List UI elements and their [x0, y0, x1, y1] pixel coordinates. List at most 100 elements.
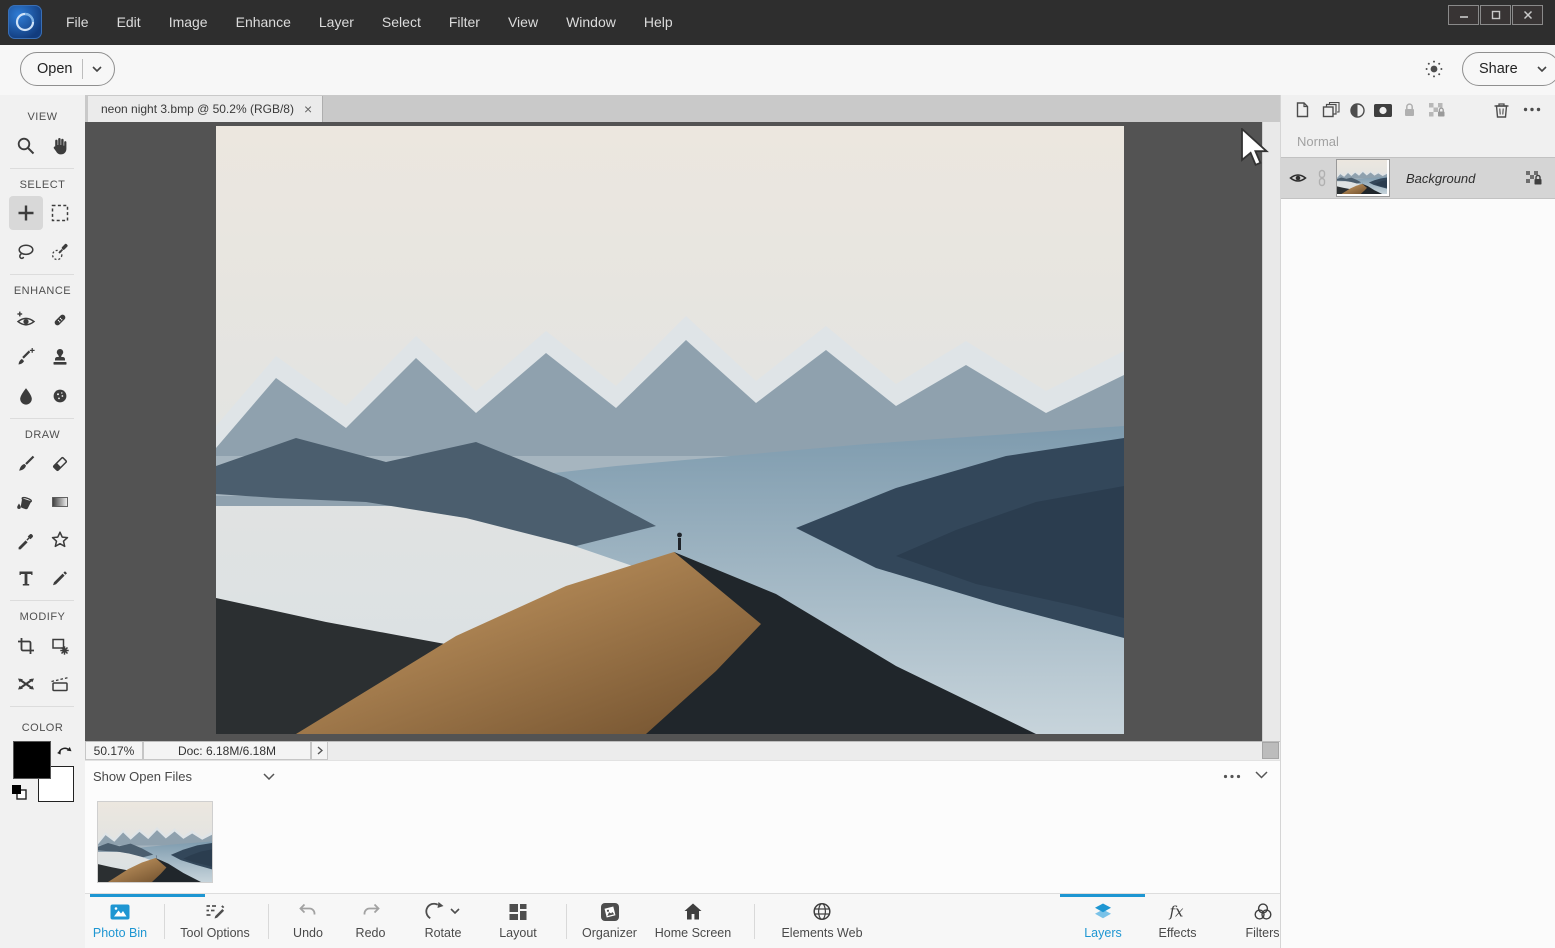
menu-layer[interactable]: Layer [305, 0, 368, 45]
red-eye-tool-button[interactable] [9, 303, 43, 337]
eraser-tool-icon [49, 453, 71, 475]
taskbar-elements-web[interactable]: Elements Web [762, 894, 882, 948]
lock-layer-icon[interactable] [1401, 101, 1418, 119]
blur-tool-icon [15, 385, 37, 407]
show-open-files-dropdown[interactable]: Show Open Files [93, 769, 192, 784]
gradient-tool-button[interactable] [43, 485, 77, 519]
hand-tool-button[interactable] [43, 129, 77, 163]
panel-more-icon[interactable] [1523, 107, 1541, 112]
app-logo-icon [8, 5, 42, 39]
redo-icon [359, 894, 383, 924]
layer-visibility-eye-icon[interactable] [1289, 171, 1307, 185]
menu-image[interactable]: Image [155, 0, 222, 45]
taskbar-organizer[interactable]: Organizer [567, 894, 652, 948]
document-tab[interactable]: neon night 3.bmp @ 50.2% (RGB/8) × [88, 96, 323, 122]
vertical-scrollbar[interactable] [1262, 122, 1280, 741]
layer-name[interactable]: Background [1406, 171, 1475, 186]
crop-tool-button[interactable] [9, 629, 43, 663]
canvas-area[interactable] [85, 122, 1262, 741]
smart-brush-tool-button[interactable] [9, 340, 43, 374]
layer-row-background[interactable]: Background [1281, 157, 1555, 199]
share-dropdown-arrow[interactable] [1528, 66, 1555, 72]
section-enhance-title: ENHANCE [0, 285, 85, 297]
menu-filter[interactable]: Filter [435, 0, 494, 45]
pencil-tool-button[interactable] [43, 561, 77, 595]
scrollbar-corner[interactable] [1262, 742, 1279, 759]
brush-tool-button[interactable] [9, 447, 43, 481]
sponge-tool-button[interactable] [43, 379, 77, 413]
ui-brightness-icon[interactable] [1423, 58, 1445, 80]
photoshop-elements-window: File Edit Image Enhance Layer Select Fil… [0, 0, 1555, 948]
menu-edit[interactable]: Edit [103, 0, 155, 45]
zoom-tool-button[interactable] [9, 129, 43, 163]
adjustment-layer-icon[interactable] [1349, 102, 1366, 119]
spot-healing-tool-icon [49, 309, 71, 331]
straighten-tool-button[interactable] [43, 667, 77, 701]
taskbar-undo[interactable]: Undo [273, 894, 343, 948]
layer-link-icon[interactable] [1316, 169, 1328, 187]
open-button[interactable]: Open [20, 52, 115, 86]
photo-bin-more-icon[interactable] [1223, 774, 1241, 779]
clone-stamp-tool-icon [49, 346, 71, 368]
show-open-files-chevron-icon[interactable] [263, 773, 275, 780]
clone-stamp-tool-button[interactable] [43, 340, 77, 374]
rotate-icon [424, 894, 462, 924]
menu-view[interactable]: View [494, 0, 552, 45]
swap-colors-icon[interactable] [55, 742, 73, 758]
menu-select[interactable]: Select [368, 0, 435, 45]
share-button[interactable]: Share [1462, 52, 1555, 86]
menu-help[interactable]: Help [630, 0, 687, 45]
minimize-button[interactable] [1448, 5, 1479, 25]
move-tool-button[interactable] [9, 196, 43, 230]
taskbar-rotate[interactable]: Rotate [403, 894, 483, 948]
taskbar-tool-options[interactable]: Tool Options [165, 894, 265, 948]
quick-selection-tool-button[interactable] [43, 235, 77, 269]
photo-bin-thumbnail[interactable] [97, 801, 213, 883]
taskbar-layers[interactable]: Layers [1063, 894, 1143, 948]
menu-enhance[interactable]: Enhance [222, 0, 305, 45]
shape-tool-button[interactable] [43, 523, 77, 557]
default-colors-icon[interactable] [10, 783, 30, 803]
blend-mode-dropdown[interactable]: Normal [1297, 134, 1339, 149]
paint-bucket-tool-button[interactable] [9, 485, 43, 519]
layout-icon [506, 894, 530, 924]
layer-thumbnail[interactable] [1336, 159, 1390, 197]
lasso-tool-button[interactable] [9, 235, 43, 269]
photo-bin-collapse-icon[interactable] [1255, 771, 1268, 779]
eraser-tool-button[interactable] [43, 447, 77, 481]
lock-transparent-pixels-icon[interactable] [1427, 101, 1447, 119]
taskbar-photo-bin[interactable]: Photo Bin [75, 894, 165, 948]
svg-text:fx: fx [1168, 903, 1184, 921]
taskbar-layout[interactable]: Layout [483, 894, 553, 948]
taskbar-home-screen[interactable]: Home Screen [643, 894, 743, 948]
recompose-tool-button[interactable] [43, 629, 77, 663]
spot-healing-tool-button[interactable] [43, 303, 77, 337]
layer-locked-badge-icon[interactable] [1524, 169, 1544, 187]
marquee-tool-button[interactable] [43, 196, 77, 230]
new-group-icon[interactable] [1321, 101, 1341, 119]
zoom-level-field[interactable]: 50.17% [85, 742, 143, 760]
type-tool-button[interactable] [9, 561, 43, 595]
eyedropper-tool-button[interactable] [9, 523, 43, 557]
foreground-color-swatch[interactable] [13, 741, 51, 779]
new-layer-icon[interactable] [1293, 101, 1311, 119]
taskbar-effects[interactable]: fx Effects [1140, 894, 1215, 948]
status-expand-arrow[interactable] [311, 742, 328, 760]
layer-mask-icon[interactable] [1373, 103, 1393, 118]
close-button[interactable] [1512, 5, 1543, 25]
divider [10, 706, 74, 707]
taskbar-redo[interactable]: Redo [338, 894, 403, 948]
lasso-tool-icon [15, 241, 37, 263]
delete-layer-icon[interactable] [1493, 101, 1510, 119]
blur-tool-button[interactable] [9, 379, 43, 413]
menu-file[interactable]: File [52, 0, 103, 45]
open-dropdown-arrow[interactable] [83, 66, 114, 72]
tab-close-icon[interactable]: × [304, 102, 312, 116]
gradient-tool-icon [49, 491, 71, 513]
content-aware-move-tool-button[interactable] [9, 667, 43, 701]
menu-window[interactable]: Window [552, 0, 630, 45]
effects-fx-icon: fx [1166, 894, 1190, 924]
divider [10, 600, 74, 601]
maximize-button[interactable] [1480, 5, 1511, 25]
document-image[interactable] [216, 126, 1124, 734]
